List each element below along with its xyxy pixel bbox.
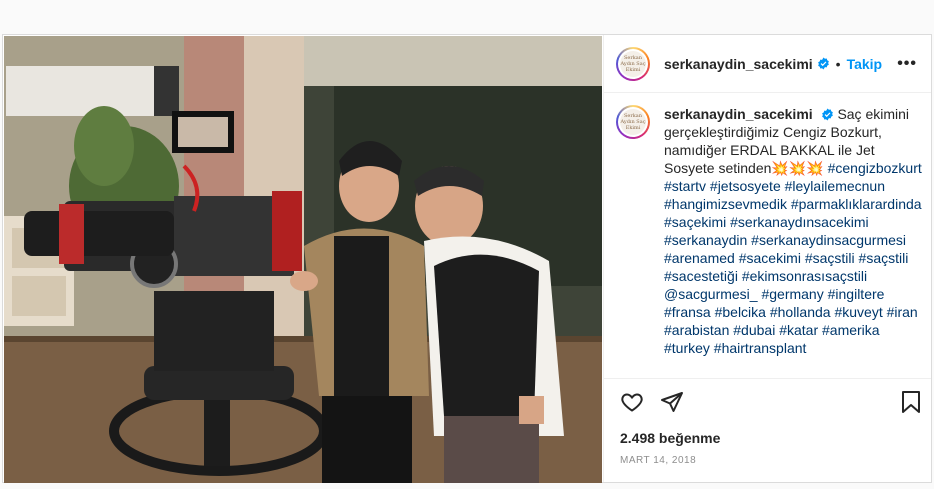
username[interactable]: serkanaydin_sacekimi	[664, 56, 813, 72]
heart-icon[interactable]	[620, 390, 644, 414]
avatar-ring: Serkan Aydın Saç Ekimi	[618, 48, 648, 79]
caption: Serkan Aydın Saç Ekimi serkanaydin_sacek…	[616, 105, 922, 369]
action-bar	[604, 378, 931, 418]
avatar[interactable]: Serkan Aydın Saç Ekimi	[616, 46, 650, 81]
caption-hashtags[interactable]: #cengizbozkurt #startv #jetsosyete #leyl…	[664, 160, 922, 356]
instagram-post: Serkan Aydın Saç Ekimi serkanaydin_sacek…	[2, 34, 932, 483]
caption-username[interactable]: serkanaydin_sacekimi	[664, 106, 813, 122]
follow-button[interactable]: Takip	[847, 56, 883, 72]
likes-count[interactable]: 2.498 beğenme	[620, 430, 720, 446]
caption-avatar-logo: Serkan Aydın Saç Ekimi	[620, 109, 646, 135]
separator-dot: •	[835, 55, 841, 72]
caption-verified-badge-icon	[821, 108, 833, 121]
avatar-logo: Serkan Aydın Saç Ekimi	[620, 50, 646, 77]
post-header: Serkan Aydın Saç Ekimi serkanaydin_sacek…	[604, 35, 931, 93]
verified-badge-icon	[817, 57, 829, 70]
post-photo[interactable]	[4, 36, 602, 483]
paper-plane-icon[interactable]	[660, 390, 684, 414]
bookmark-icon[interactable]	[900, 390, 922, 414]
post-date[interactable]: MART 14, 2018	[620, 455, 696, 466]
caption-avatar-ring: Serkan Aydın Saç Ekimi	[618, 107, 648, 137]
caption-text-block: serkanaydin_sacekimi Saç ekimini gerçekl…	[664, 105, 922, 369]
caption-avatar[interactable]: Serkan Aydın Saç Ekimi	[616, 105, 650, 139]
more-options-icon[interactable]: •••	[897, 55, 917, 73]
post-sidebar: Serkan Aydın Saç Ekimi serkanaydin_sacek…	[603, 35, 931, 482]
